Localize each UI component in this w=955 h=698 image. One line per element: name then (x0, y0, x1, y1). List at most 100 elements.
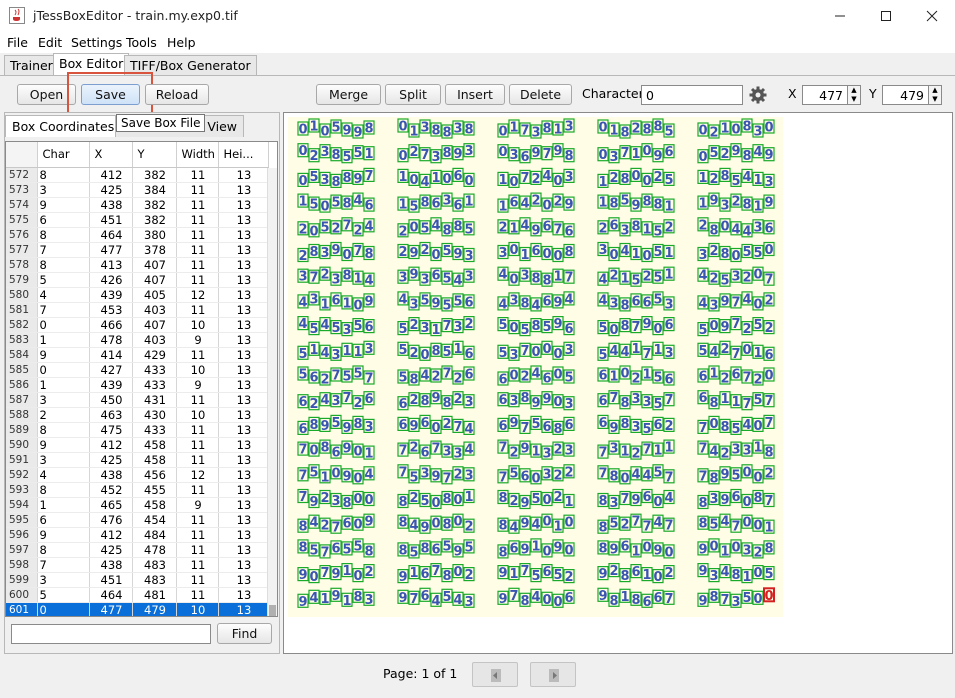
char-glyph: 0 (664, 545, 673, 560)
table-row[interactable]: 596 9 412 484 11 13 (6, 527, 269, 543)
char-glyph: 2 (553, 490, 562, 505)
maximize-button[interactable] (863, 0, 909, 32)
char-glyph: 7 (642, 520, 651, 535)
width-cell: 11 (176, 557, 219, 573)
char-glyph: 6 (364, 392, 373, 407)
y-coordinate-input[interactable]: 479 (882, 85, 929, 105)
table-row[interactable]: 600 5 464 481 11 13 (6, 587, 269, 603)
table-row[interactable]: 589 8 475 433 11 13 (6, 422, 269, 438)
char-glyph: 0 (698, 124, 707, 139)
char-glyph: 6 (464, 295, 473, 310)
find-button[interactable]: Find (217, 623, 272, 644)
table-row[interactable]: 588 2 463 430 10 13 (6, 407, 269, 423)
menu-settings[interactable]: Settings (71, 35, 122, 50)
character-input[interactable]: 0 (641, 85, 743, 105)
table-row[interactable]: 572 8 412 382 11 13 (6, 167, 269, 183)
row-number: 583 (6, 332, 38, 348)
table-row[interactable]: 587 3 450 431 11 13 (6, 392, 269, 408)
char-glyph: 2 (609, 564, 618, 579)
x-coordinate-input[interactable]: 477 (802, 85, 848, 105)
next-page-button[interactable] (530, 662, 576, 687)
tab-box-coordinates[interactable]: Box Coordinates (5, 115, 122, 137)
find-input[interactable] (11, 624, 211, 644)
char-glyph: 5 (653, 465, 662, 480)
char-glyph: 9 (520, 542, 529, 557)
column-header-width[interactable]: Width (176, 142, 219, 168)
table-scroll-thumb[interactable] (269, 605, 276, 616)
x-cell: 412 (89, 437, 133, 453)
table-row[interactable]: 583 1 478 403 9 13 (6, 332, 269, 348)
table-row[interactable]: 581 7 453 403 11 13 (6, 302, 269, 318)
char-glyph: 1 (598, 175, 607, 190)
table-row[interactable]: 579 5 426 407 11 13 (6, 272, 269, 288)
row-number: 575 (6, 212, 38, 228)
table-row[interactable]: 594 1 465 458 9 13 (6, 497, 269, 513)
table-row[interactable]: 601 0 477 479 10 13 (6, 602, 269, 616)
table-row[interactable]: 584 9 414 429 11 13 (6, 347, 269, 363)
y-spinner[interactable]: ▲ ▼ (928, 85, 942, 105)
word-glyph-group: 8396087 (697, 488, 775, 511)
y-cell: 458 (132, 437, 177, 453)
char-glyph: 4 (598, 293, 607, 308)
table-row[interactable]: 591 3 425 458 11 13 (6, 452, 269, 468)
menu-edit[interactable]: Edit (38, 35, 62, 50)
table-row[interactable]: 590 9 412 458 11 13 (6, 437, 269, 453)
column-header-y[interactable]: Y (132, 142, 177, 168)
word-glyph-group: 4545356 (297, 316, 375, 338)
x-spinner[interactable]: ▲ ▼ (847, 85, 861, 105)
table-row[interactable]: 597 8 425 478 11 13 (6, 542, 269, 558)
char-glyph: 9 (420, 521, 429, 536)
row-number-header (6, 142, 38, 168)
char-glyph: 9 (642, 317, 651, 332)
gear-icon[interactable] (749, 86, 767, 104)
table-row[interactable]: 592 4 438 456 12 13 (6, 467, 269, 483)
table-row[interactable]: 595 6 476 454 11 13 (6, 512, 269, 528)
char-glyph: 7 (764, 273, 773, 288)
tab-trainer[interactable]: Trainer (4, 55, 59, 75)
table-row[interactable]: 586 1 439 433 9 13 (6, 377, 269, 393)
table-row[interactable]: 575 6 451 382 11 13 (6, 212, 269, 228)
reload-button[interactable]: Reload (145, 84, 209, 105)
char-glyph: 7 (642, 443, 651, 458)
char-glyph: 4 (420, 369, 429, 384)
table-row[interactable]: 582 0 466 407 10 13 (6, 317, 269, 333)
char-glyph: 5 (731, 468, 740, 483)
menu-file[interactable]: File (7, 35, 28, 50)
char-glyph: 9 (298, 568, 307, 583)
split-button[interactable]: Split (385, 84, 441, 105)
box-coordinates-table[interactable]: Char X Y Width Hei... 572 8 412 382 11 13 573 3… (5, 141, 278, 617)
table-row[interactable]: 599 3 451 483 11 13 (6, 572, 269, 588)
menu-tools[interactable]: Tools (126, 35, 157, 50)
box-image-canvas[interactable]: 0105998013883801738130182885021083002385… (288, 117, 783, 617)
close-button[interactable] (909, 0, 955, 32)
char-glyph: 6 (764, 348, 773, 363)
table-scrollbar[interactable] (267, 168, 277, 616)
table-row[interactable]: 593 8 452 455 11 13 (6, 482, 269, 498)
table-row[interactable]: 577 7 477 378 11 13 (6, 242, 269, 258)
previous-page-button[interactable] (472, 662, 518, 687)
table-row[interactable]: 580 4 439 405 12 13 (6, 287, 269, 303)
merge-button[interactable]: Merge (316, 84, 381, 105)
menu-help[interactable]: Help (167, 35, 196, 50)
table-row[interactable]: 576 8 464 380 11 13 (6, 227, 269, 243)
char-cell: 8 (37, 422, 90, 438)
table-row[interactable]: 578 8 413 407 11 13 (6, 257, 269, 273)
column-header-char[interactable]: Char (37, 142, 90, 168)
char-glyph: 8 (653, 198, 662, 213)
minimize-button[interactable] (817, 0, 863, 32)
char-cell: 1 (37, 497, 90, 513)
table-row[interactable]: 574 9 438 382 11 13 (6, 197, 269, 213)
insert-button[interactable]: Insert (445, 84, 505, 105)
title-bar: jTessBoxEditor - train.my.exp0.tif (0, 0, 955, 32)
table-row[interactable]: 598 7 438 483 11 13 (6, 557, 269, 573)
column-header-height[interactable]: Hei... (218, 142, 269, 168)
char-glyph: 4 (309, 516, 318, 531)
table-row[interactable]: 573 3 425 384 11 13 (6, 182, 269, 198)
table-row[interactable]: 585 0 427 433 10 13 (6, 362, 269, 378)
char-glyph: 3 (509, 348, 518, 363)
char-glyph: 1 (631, 544, 640, 559)
delete-button[interactable]: Delete (509, 84, 572, 105)
word-glyph-group: 2054885 (397, 217, 475, 239)
column-header-x[interactable]: X (89, 142, 133, 168)
char-glyph: 7 (298, 490, 307, 505)
